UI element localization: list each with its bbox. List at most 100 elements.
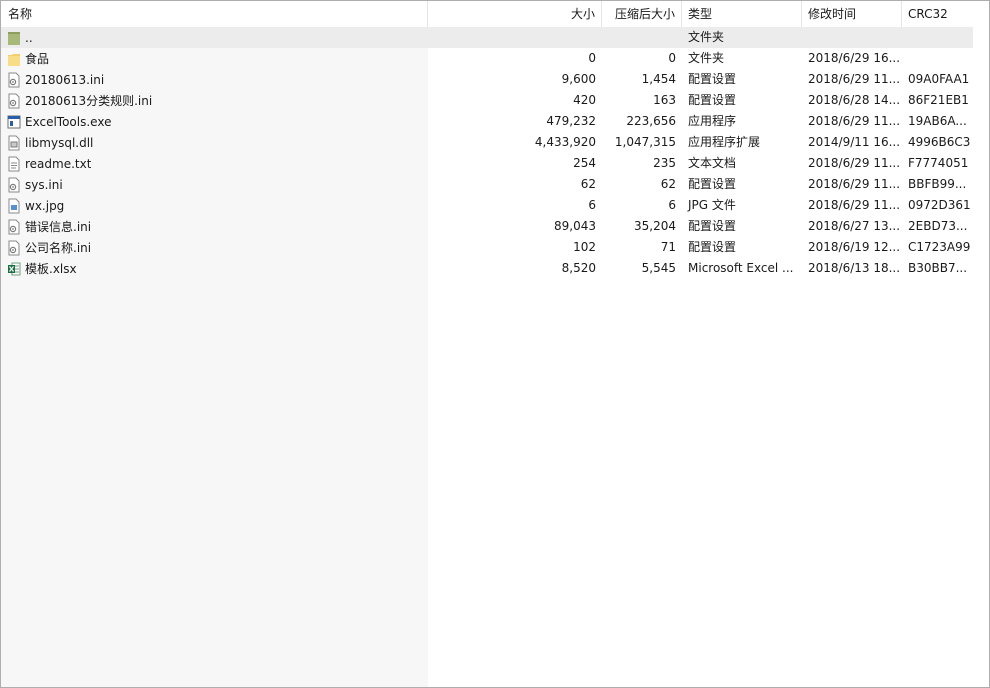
file-name: 食品 xyxy=(25,51,50,66)
file-modified: 2018/6/29 11... xyxy=(808,198,901,212)
archive-file-list-window: 名称 ^ 大小 压缩后大小 类型 修改时间 CRC32 .. 文件夹 食品 0 … xyxy=(0,0,990,688)
file-type: 配置设置 xyxy=(688,177,737,191)
file-crc32: 19AB6A... xyxy=(908,114,967,128)
file-modified: 2014/9/11 16... xyxy=(808,135,901,149)
file-modified: 2018/6/29 16... xyxy=(808,51,901,65)
file-row[interactable]: 模板.xlsx 8,520 5,545 Microsoft Excel ... … xyxy=(1,258,973,279)
file-packed-size: 235 xyxy=(653,156,676,170)
file-row[interactable]: 公司名称.ini 102 71 配置设置 2018/6/19 12... C17… xyxy=(1,237,973,258)
file-row[interactable]: 20180613.ini 9,600 1,454 配置设置 2018/6/29 … xyxy=(1,69,973,90)
file-name: 公司名称.ini xyxy=(25,240,92,255)
file-modified: 2018/6/29 11... xyxy=(808,156,901,170)
file-modified xyxy=(802,27,902,48)
file-row[interactable]: 20180613分类规则.ini 420 163 配置设置 2018/6/28 … xyxy=(1,90,973,111)
header-modified-label: 修改时间 xyxy=(808,7,857,21)
file-name: 错误信息.ini xyxy=(25,219,92,234)
header-name-label: 名称 xyxy=(8,6,33,21)
file-crc32: 86F21EB1 xyxy=(908,93,969,107)
file-size xyxy=(428,27,602,48)
header-type-label: 类型 xyxy=(688,7,713,21)
file-crc32: 4996B6C3 xyxy=(908,135,971,149)
parent-folder-icon xyxy=(7,30,21,46)
file-row[interactable]: libmysql.dll 4,433,920 1,047,315 应用程序扩展 … xyxy=(1,132,973,153)
sort-ascending-icon: ^ xyxy=(210,1,219,8)
file-name-cell: readme.txt xyxy=(1,153,428,174)
header-crc32[interactable]: CRC32 xyxy=(902,1,973,27)
header-name[interactable]: 名称 ^ xyxy=(1,1,428,27)
file-row[interactable]: sys.ini 62 62 配置设置 2018/6/29 11... BBFB9… xyxy=(1,174,973,195)
column-header: 名称 ^ 大小 压缩后大小 类型 修改时间 CRC32 xyxy=(1,1,973,27)
file-row[interactable]: 食品 0 0 文件夹 2018/6/29 16... xyxy=(1,48,973,69)
ini-file-icon xyxy=(7,177,21,193)
file-list: .. 文件夹 食品 0 0 文件夹 2018/6/29 16... 201806… xyxy=(1,27,973,279)
file-name: 模板.xlsx xyxy=(25,261,77,276)
file-packed-size: 71 xyxy=(660,240,676,254)
xlsx-file-icon xyxy=(7,261,21,277)
file-packed-size: 1,047,315 xyxy=(614,135,676,149)
file-crc32: 09A0FAA1 xyxy=(908,72,970,86)
file-name: ExcelTools.exe xyxy=(25,114,112,129)
header-size[interactable]: 大小 xyxy=(428,1,602,27)
header-type[interactable]: 类型 xyxy=(682,1,802,27)
file-packed-size: 62 xyxy=(660,177,676,191)
file-packed-size: 35,204 xyxy=(634,219,676,233)
file-type: 配置设置 xyxy=(688,72,737,86)
file-size: 420 xyxy=(573,93,596,107)
file-name: wx.jpg xyxy=(25,198,65,213)
file-modified: 2018/6/29 11... xyxy=(808,72,901,86)
file-packed-size xyxy=(602,27,682,48)
file-type: 文件夹 xyxy=(688,30,725,44)
file-size: 6 xyxy=(588,198,596,212)
header-packed-size[interactable]: 压缩后大小 xyxy=(602,1,682,27)
file-modified: 2018/6/29 11... xyxy=(808,177,901,191)
file-size: 0 xyxy=(588,51,596,65)
header-size-label: 大小 xyxy=(570,7,595,21)
file-name-cell: 20180613.ini xyxy=(1,69,428,90)
file-name-cell: .. xyxy=(1,27,428,48)
header-modified[interactable]: 修改时间 xyxy=(802,1,902,27)
file-modified: 2018/6/13 18... xyxy=(808,261,901,275)
file-modified: 2018/6/19 12... xyxy=(808,240,901,254)
file-size: 4,433,920 xyxy=(534,135,596,149)
file-type: JPG 文件 xyxy=(688,198,736,212)
header-crc32-label: CRC32 xyxy=(908,7,948,21)
file-name-cell: ExcelTools.exe xyxy=(1,111,428,132)
file-name-cell: 20180613分类规则.ini xyxy=(1,90,428,111)
file-row[interactable]: wx.jpg 6 6 JPG 文件 2018/6/29 11... 0972D3… xyxy=(1,195,973,216)
file-packed-size: 5,545 xyxy=(641,261,676,275)
file-row[interactable]: ExcelTools.exe 479,232 223,656 应用程序 2018… xyxy=(1,111,973,132)
parent-directory-row[interactable]: .. 文件夹 xyxy=(1,27,973,48)
header-packed-size-label: 压缩后大小 xyxy=(614,7,675,21)
ini-file-icon xyxy=(7,240,21,256)
file-packed-size: 1,454 xyxy=(641,72,676,86)
file-name: 20180613分类规则.ini xyxy=(25,93,153,108)
file-type: 文本文档 xyxy=(688,156,737,170)
file-crc32: F7774051 xyxy=(908,156,969,170)
jpg-file-icon xyxy=(7,198,21,214)
file-crc32: BBFB99... xyxy=(908,177,967,191)
file-packed-size: 223,656 xyxy=(626,114,676,128)
file-type: Microsoft Excel ... xyxy=(688,261,794,275)
file-row[interactable]: readme.txt 254 235 文本文档 2018/6/29 11... … xyxy=(1,153,973,174)
file-crc32 xyxy=(902,48,973,69)
file-row[interactable]: 错误信息.ini 89,043 35,204 配置设置 2018/6/27 13… xyxy=(1,216,973,237)
file-type: 配置设置 xyxy=(688,93,737,107)
file-name: readme.txt xyxy=(25,156,92,171)
file-modified: 2018/6/28 14... xyxy=(808,93,901,107)
file-size: 62 xyxy=(580,177,596,191)
file-name-cell: 错误信息.ini xyxy=(1,216,428,237)
file-name-cell: sys.ini xyxy=(1,174,428,195)
file-name: 20180613.ini xyxy=(25,72,105,87)
file-name-cell: wx.jpg xyxy=(1,195,428,216)
file-crc32: B30BB7... xyxy=(908,261,968,275)
file-size: 254 xyxy=(573,156,596,170)
file-size: 8,520 xyxy=(561,261,596,275)
file-packed-size: 0 xyxy=(668,51,676,65)
file-name-cell: 模板.xlsx xyxy=(1,258,428,279)
exe-file-icon xyxy=(7,114,21,130)
file-packed-size: 6 xyxy=(668,198,676,212)
file-modified: 2018/6/29 11... xyxy=(808,114,901,128)
file-crc32 xyxy=(902,27,973,48)
file-type: 应用程序 xyxy=(688,114,737,128)
file-type: 应用程序扩展 xyxy=(688,135,761,149)
